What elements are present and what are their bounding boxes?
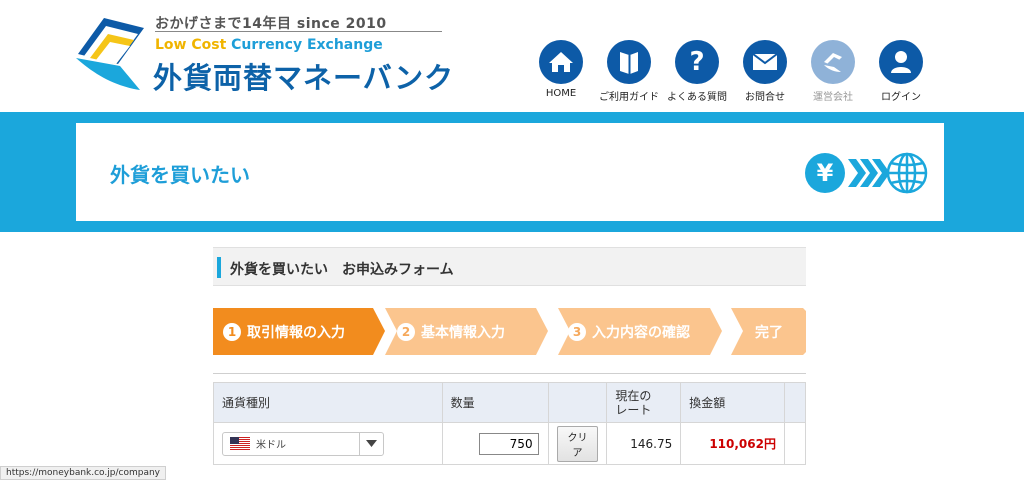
order-table: 通貨種別 数量 現在の レート 換金額 米ドル 750 クリア 146.75 1… [213,382,806,465]
col-quantity-header: 数量 [441,382,549,423]
logo-divider [155,31,442,32]
table-header-row: 通貨種別 数量 現在の レート 換金額 [213,382,806,423]
guide-book-icon[interactable] [607,40,651,84]
nav-login[interactable]: ログイン [867,40,935,103]
yen-icon: ¥ [805,153,845,193]
mail-icon[interactable] [743,40,787,84]
nav-faq[interactable]: ? よくある質問 [663,40,731,103]
logo-subtitle-b: Currency Exchange [231,37,383,53]
step-1-number: 1 [223,322,241,341]
step-3: 3 入力内容の確認 [568,308,690,355]
nav-company[interactable]: 運営会社 [799,40,867,103]
col-currency-header: 通貨種別 [213,382,443,423]
step-1: 1 取引情報の入力 [223,308,345,355]
action-cell: クリア [547,422,608,465]
us-flag-icon [230,437,250,450]
col-amount-header: 換金額 [680,382,785,423]
status-bar-url: https://moneybank.co.jp/company [0,466,166,480]
step-3-number: 3 [568,322,586,341]
step-2: 2 基本情報入力 [397,308,505,355]
nav-login-label[interactable]: ログイン [881,88,921,103]
clear-button[interactable]: クリア [556,425,599,462]
heading-accent-bar [217,257,221,278]
exchange-illustration: ¥ [805,152,928,194]
page-banner: 外貨を買いたい ¥ [0,112,1024,232]
nav-guide[interactable]: ご利用ガイド [595,40,663,103]
nav-home-label[interactable]: HOME [546,88,576,99]
table-row: 米ドル クリア 146.75 110,062円 [213,422,806,465]
form-heading: 外貨を買いたい お申込みフォーム [213,247,806,286]
home-icon[interactable] [539,40,583,84]
nav-home[interactable]: HOME [527,40,595,103]
globe-icon [886,152,928,194]
page: おかげさまで14年目 since 2010 Low Cost Currency … [0,0,1024,480]
nav-contact[interactable]: お問合せ [731,40,799,103]
step-2-label: 基本情報入力 [421,324,505,341]
step-4: 完了 [755,308,783,355]
col-extra-header [784,382,806,423]
col-rate-header: 現在の レート [606,382,682,423]
question-icon[interactable]: ? [675,40,719,84]
logo-icon[interactable] [74,14,152,92]
col-action-header [547,382,608,423]
currency-select[interactable]: 米ドル [222,431,384,456]
step-1-label: 取引情報の入力 [247,324,345,341]
nav-faq-label[interactable]: よくある質問 [667,88,727,103]
rate-cell: 146.75 [606,422,682,465]
section-divider [213,373,806,374]
nav-contact-label[interactable]: お問合せ [745,88,785,103]
step-3-label: 入力内容の確認 [592,324,690,341]
company-icon[interactable] [811,40,855,84]
arrows-icon [848,159,890,187]
logo-subtitle-a: Low Cost [155,37,232,53]
banner-panel: 外貨を買いたい ¥ [76,123,944,221]
quantity-input[interactable] [478,432,539,455]
form-heading-text: 外貨を買いたい お申込みフォーム [230,262,454,278]
step-4-label: 完了 [755,324,783,341]
user-icon[interactable] [879,40,923,84]
step-2-number: 2 [397,322,415,341]
site-header: おかげさまで14年目 since 2010 Low Cost Currency … [0,0,1024,112]
logo-name[interactable]: 外貨両替マネーバンク [153,55,454,97]
amount-cell: 110,062円 [680,422,785,465]
quantity-cell [441,422,549,465]
page-title: 外貨を買いたい [110,163,250,187]
svg-text:¥: ¥ [817,159,834,187]
main-nav: HOME ご利用ガイド ? よくある質問 お問合せ 運営会社 ログイン [527,40,935,103]
currency-select-value: 米ドル [256,440,286,451]
extra-cell [784,422,806,465]
progress-steps: 1 取引情報の入力 2 基本情報入力 3 入力内容の確認 完了 [213,308,806,355]
logo-tagline: おかげさまで14年目 since 2010 [155,16,387,32]
chevron-down-icon[interactable] [359,432,383,455]
nav-guide-label[interactable]: ご利用ガイド [599,88,659,103]
currency-cell: 米ドル [213,422,443,465]
logo-subtitle: Low Cost Currency Exchange [155,37,383,53]
nav-company-label[interactable]: 運営会社 [813,88,853,103]
